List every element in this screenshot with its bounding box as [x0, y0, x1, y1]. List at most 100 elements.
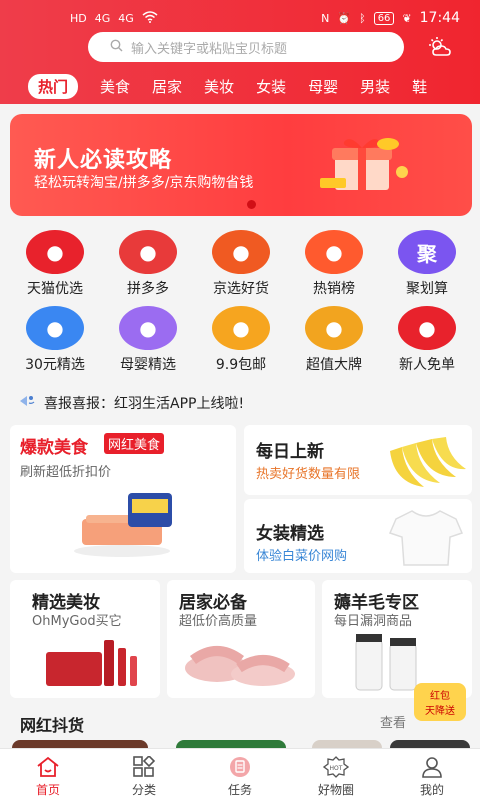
card-wool-zone[interactable]: 薅羊毛专区 每日漏洞商品 [322, 580, 472, 698]
card-women[interactable]: 女装精选 体验白菜价网购 [244, 499, 472, 573]
banner-title: 新人必读攻略 [34, 148, 173, 173]
shortcut-grid: ● 天猫优选 ● 拼多多 ● 京选好货 ● 热销榜聚聚划算 ● 30元精选 ● 母婴精选 ● 9.9包邮 ●… [0, 230, 480, 378]
shortcut-label: 聚划算 [406, 281, 448, 297]
shortcut-gift[interactable]: ● 新人免单 [382, 306, 472, 374]
shortcut-label: 30元精选 [25, 357, 85, 373]
tab-label: 我的 [419, 783, 444, 797]
shortcut-label: 天猫优选 [27, 281, 83, 297]
baby-icon: ● [119, 306, 177, 350]
card-subtitle: 刷新超低折扣价 [20, 465, 112, 480]
bottom-tab-bar: 首页 分类 任务 HOT 好物圈 我的 [0, 748, 480, 800]
tab-label: 首页 [35, 783, 60, 797]
shortcut-heart[interactable]: ● 拼多多 [103, 230, 193, 298]
red-packet-badge[interactable]: 红包 天降送 [414, 683, 466, 721]
signal-icon: 4G [94, 11, 111, 25]
shortcut-label: 母婴精选 [120, 357, 176, 373]
red-packet-line1: 红包 [430, 691, 450, 702]
gift-box-icon [320, 138, 408, 190]
shortcut-diamond[interactable]: ● 30元精选 [10, 306, 100, 374]
card-subtitle: 热卖好货数量有限 [256, 467, 361, 482]
search-row: 输入关键字或粘贴宝贝标题 [0, 30, 480, 66]
tab-men[interactable]: 男装 [360, 76, 390, 97]
announcement-bar[interactable]: 喜报喜报：红羽生活APP上线啦! [18, 392, 468, 414]
shortcut-dog[interactable]: ● 京选好货 [196, 230, 286, 298]
alarm-icon: ⏰ [337, 11, 352, 25]
flame-icon: ● [305, 230, 363, 274]
promo-banner[interactable]: 新人必读攻略 轻松玩转淘宝/拼多多/京东购物省钱 [10, 114, 472, 216]
shortcut-flame[interactable]: ● 热销榜 [289, 230, 379, 298]
banana-image [390, 437, 466, 487]
tab-food[interactable]: 美食 [100, 76, 130, 97]
card-subtitle: OhMyGod买它 [32, 614, 122, 629]
tab-home-page[interactable]: 首页 [0, 749, 96, 800]
diamond-icon: ● [26, 306, 84, 350]
card-title: 女装精选 [256, 524, 324, 544]
card-title: 爆款美食 [20, 438, 88, 458]
tab-beauty[interactable]: 美妆 [204, 76, 234, 97]
section-header: 网红抖货 查看 [0, 702, 480, 740]
hot-icon: HOT [323, 755, 349, 779]
cosmetics-image [46, 640, 137, 686]
tshirt-image [388, 510, 464, 566]
svg-text:HOT: HOT [330, 765, 343, 772]
tab-category[interactable]: 分类 [96, 749, 192, 800]
tab-good-circle[interactable]: HOT 好物圈 [288, 749, 384, 800]
wifi-icon [142, 10, 158, 26]
shortcut-crown[interactable]: ● 超值大牌 [289, 306, 379, 374]
shortcut-label: 拼多多 [127, 281, 169, 297]
tab-task[interactable]: 任务 [192, 749, 288, 800]
banner-subtitle: 轻松玩转淘宝/拼多多/京东购物省钱 [34, 175, 254, 191]
card-subtitle: 超低价高质量 [179, 614, 258, 629]
tab-label: 好物圈 [317, 783, 354, 797]
shortcut-baby[interactable]: ● 母婴精选 [103, 306, 193, 374]
tab-mine[interactable]: 我的 [384, 749, 480, 800]
shortcut-label: 新人免单 [399, 357, 455, 373]
ju-icon: 聚 [398, 230, 456, 274]
status-left: HD 4G 4G [70, 10, 158, 26]
nfc-icon: N [321, 11, 330, 25]
tab-women[interactable]: 女装 [256, 76, 286, 97]
carousel-dot[interactable] [247, 200, 256, 209]
tab-home[interactable]: 居家 [152, 76, 182, 97]
card-beauty[interactable]: 精选美妆 OhMyGod买它 [10, 580, 160, 698]
gift-icon: ● [398, 306, 456, 350]
card-home-goods[interactable]: 居家必备 超低价高质量 [167, 580, 315, 698]
shortcut-cat-face[interactable]: ● 天猫优选 [10, 230, 100, 298]
search-icon [110, 39, 123, 56]
search-input[interactable]: 输入关键字或粘贴宝贝标题 [88, 32, 404, 62]
card-subtitle: 每日漏洞商品 [334, 614, 413, 629]
shortcut-ju[interactable]: 聚聚划算 [382, 230, 472, 298]
card-hot-food[interactable]: 爆款美食 网红美食 刷新超低折扣价 [10, 425, 236, 573]
red-packet-line2: 天降送 [425, 706, 455, 717]
crown-icon: ● [305, 306, 363, 350]
shortcut-ticket[interactable]: ● 9.9包邮 [196, 306, 286, 374]
card-tag: 网红美食 [104, 433, 165, 454]
tab-label: 任务 [227, 783, 252, 797]
tab-hot[interactable]: 热门 [28, 73, 79, 99]
leaf-icon: ❦ [402, 11, 412, 25]
status-right: N ⏰ ᛒ 66 ❦ 17:44 [321, 10, 460, 26]
tab-baby[interactable]: 母婴 [308, 76, 338, 97]
heart-icon: ● [119, 230, 177, 274]
status-time: 17:44 [419, 10, 460, 26]
cat-face-icon: ● [26, 230, 84, 274]
shortcut-label: 京选好货 [213, 281, 269, 297]
signal-icon: 4G [118, 11, 134, 25]
task-icon [227, 755, 253, 779]
tab-shoes[interactable]: 鞋 [412, 76, 427, 97]
tab-label: 分类 [131, 783, 156, 797]
section-title: 网红抖货 [20, 716, 85, 735]
card-daily-new[interactable]: 每日上新 热卖好货数量有限 [244, 425, 472, 495]
app-header: HD 4G 4G N ⏰ ᛒ 66 ❦ 17:44 输入关键字或粘贴宝贝标题 热 [0, 0, 480, 104]
section-more-link[interactable]: 查看 [380, 712, 406, 731]
search-placeholder: 输入关键字或粘贴宝贝标题 [131, 41, 288, 57]
cleanser-image [355, 634, 417, 691]
user-icon [419, 755, 445, 779]
shortcut-label: 热销榜 [313, 281, 355, 297]
shortcut-label: 超值大牌 [306, 357, 362, 373]
home-icon [35, 755, 61, 779]
category-tabs: 热门 美食 居家 美妆 女装 母婴 男装 鞋 [0, 72, 480, 100]
card-title: 每日上新 [256, 442, 324, 462]
ticket-icon: ● [212, 306, 270, 350]
weather-icon[interactable] [428, 36, 456, 60]
